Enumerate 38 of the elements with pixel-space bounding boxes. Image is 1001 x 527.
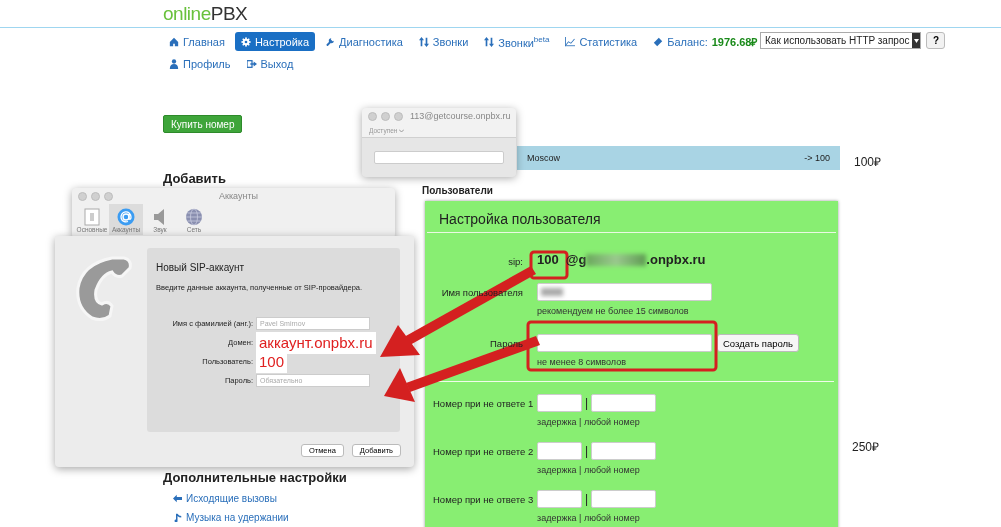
section-heading: Добавить (163, 171, 227, 186)
field-label: sip: (508, 256, 523, 267)
logo: onlinePBX (163, 2, 248, 25)
sheet-title: Новый SIP-аккаунт (156, 262, 246, 273)
separator: | (584, 396, 590, 410)
separator: | (584, 444, 590, 458)
field-hint: задержка | любой номер (537, 465, 641, 475)
price: 100₽ (854, 154, 882, 170)
price: 250₽ (852, 439, 880, 455)
nav-tab[interactable]: Профиль (163, 54, 237, 73)
generate-password-button[interactable]: Создать пароль (717, 334, 800, 352)
nav-tab[interactable]: Диагностика (319, 32, 409, 51)
annotated-field[interactable]: аккаунт.onpbx.ru (256, 331, 376, 354)
nav-tab[interactable]: Звонки$^{beta}$ (478, 32, 556, 51)
help-select[interactable]: Как использовать HTTP запрос (760, 32, 922, 49)
field-hint: задержка | любой номер (537, 417, 641, 427)
nav-tab[interactable]: Главная (163, 32, 231, 51)
settings-link[interactable]: Исходящие вызовы (173, 493, 277, 504)
field-label: Номер при не ответе 2 (433, 446, 534, 457)
window-title: 113@getcourse.onpbx.ru (410, 111, 511, 121)
nav-tab[interactable]: Выход (240, 54, 300, 73)
number-row[interactable]: Moscow -> 100 (517, 145, 840, 170)
buy-number-button[interactable]: Купить номер (163, 115, 243, 133)
nav-tab[interactable]: Звонки (412, 32, 475, 51)
field-label: Номер при не ответе 3 (433, 494, 534, 505)
users-heading: Пользователи (422, 185, 494, 196)
help-button[interactable]: ? (926, 32, 946, 49)
section-heading: Дополнительные настройки (163, 470, 348, 485)
panel-title: Настройка пользователя (427, 201, 836, 233)
nav-tab[interactable]: Статистика (559, 32, 644, 51)
field-hint: не менее 8 символов (537, 357, 627, 367)
window-title: Аккаунты (219, 191, 259, 201)
separator: | (584, 492, 590, 506)
field-label: Номер при не ответе 1 (433, 398, 534, 409)
nav-tab[interactable]: Настройка (234, 32, 316, 51)
field-hint: задержка | любой номер (537, 513, 641, 523)
settings-link[interactable]: Музыка на удержании (173, 512, 289, 523)
field-hint: рекомендуем не более 15 символов (537, 306, 690, 316)
